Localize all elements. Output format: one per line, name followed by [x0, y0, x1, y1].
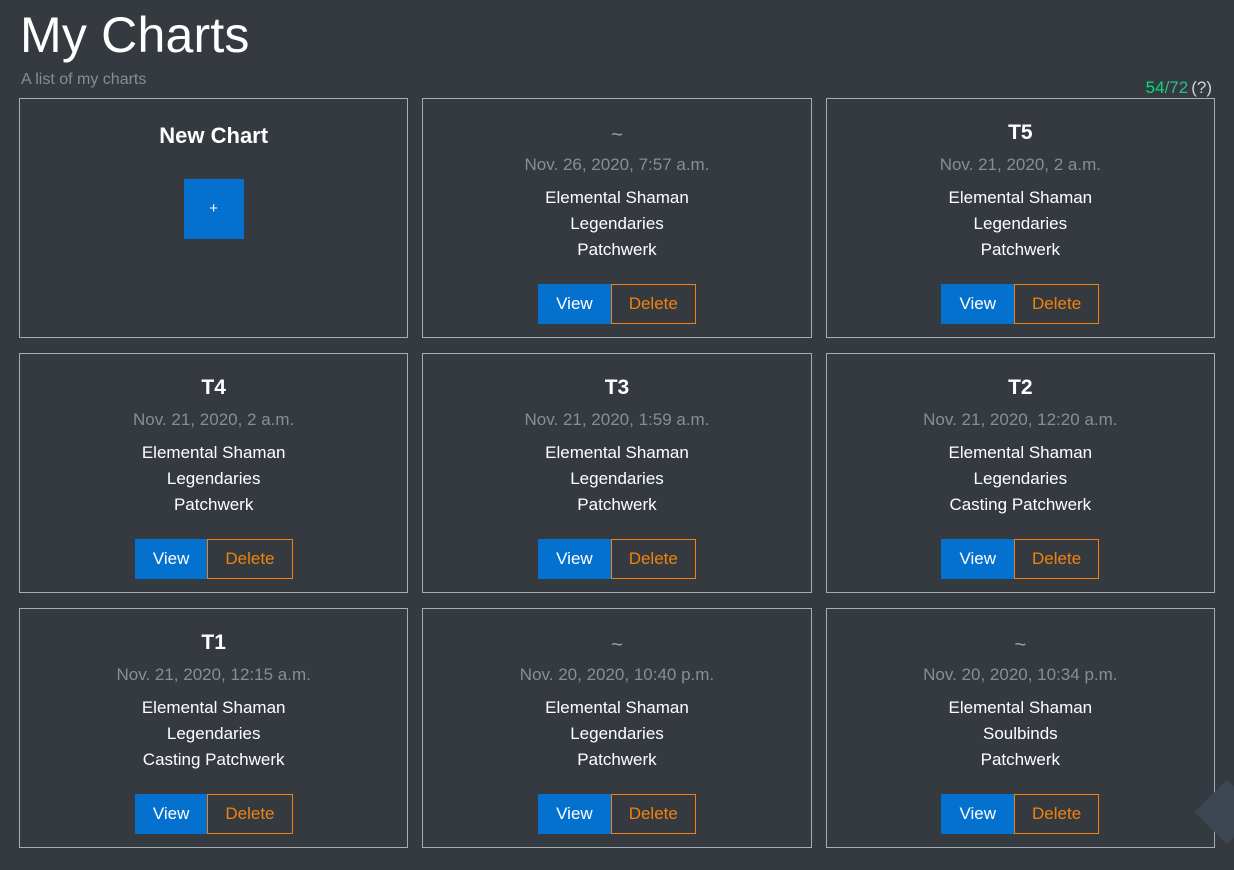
view-button[interactable]: View — [941, 538, 1015, 579]
chart-card-details: Elemental Shaman Legendaries Patchwerk — [545, 695, 689, 773]
chart-card-details: Elemental Shaman Legendaries Patchwerk — [949, 185, 1093, 263]
plus-icon[interactable]: + — [183, 178, 244, 239]
delete-button[interactable]: Delete — [1014, 538, 1100, 579]
chart-card: ~ Nov. 20, 2020, 10:34 p.m. Elemental Sham… — [825, 608, 1215, 849]
chart-card-detail-line: Patchwerk — [577, 239, 657, 259]
quota-total: 72 — [1169, 78, 1189, 97]
chart-card-timestamp: Nov. 20, 2020, 10:34 p.m. — [923, 665, 1118, 685]
chart-card: T4 Nov. 21, 2020, 2 a.m. Elemental Shaman L… — [19, 353, 409, 594]
chart-card-timestamp: Nov. 21, 2020, 2 a.m. — [133, 410, 295, 430]
chart-card-timestamp: Nov. 26, 2020, 7:57 a.m. — [524, 155, 710, 175]
chart-card-detail-line: Legendaries — [570, 213, 664, 233]
chart-card-detail-line: Legendaries — [166, 468, 261, 488]
new-chart-title: New Chart — [159, 123, 269, 149]
delete-button[interactable]: Delete — [610, 538, 696, 579]
chart-card-detail-line: Elemental Shaman — [545, 187, 689, 207]
chart-card: T5 Nov. 21, 2020, 2 a.m. Elemental Shaman L… — [825, 98, 1215, 339]
chart-card-actions: View Delete — [941, 538, 1100, 579]
chart-card-title: T3 — [604, 376, 630, 400]
chart-card-detail-line: Patchwerk — [577, 749, 657, 769]
view-button[interactable]: View — [941, 793, 1015, 834]
chart-card: T2 Nov. 21, 2020, 12:20 a.m. Elemental Sha… — [825, 353, 1215, 594]
chart-card-detail-line: Casting Patchwerk — [949, 494, 1092, 514]
view-button[interactable]: View — [538, 538, 611, 579]
chart-card-timestamp: Nov. 21, 2020, 12:15 a.m. — [116, 665, 311, 685]
chart-card-detail-line: Elemental Shaman — [948, 697, 1093, 717]
chart-card-timestamp: Nov. 21, 2020, 1:59 a.m. — [524, 410, 710, 430]
delete-button[interactable]: Delete — [207, 793, 293, 834]
quota-used: 54 — [1145, 78, 1165, 97]
chart-card-title: ~ — [611, 634, 623, 657]
chart-card-title: ~ — [611, 124, 623, 147]
chart-card-grid: New Chart + ~ Nov. 26, 2020, 7:57 a.m. Ele… — [0, 89, 1234, 849]
delete-button[interactable]: Delete — [1014, 793, 1100, 834]
chart-card-detail-line: Elemental Shaman — [545, 442, 689, 462]
chart-card-actions: View Delete — [941, 793, 1100, 834]
chart-card: T3 Nov. 21, 2020, 1:59 a.m. Elemental Sham… — [422, 353, 812, 594]
chart-card-actions: View Delete — [538, 793, 696, 834]
chart-card-title: T1 — [201, 631, 226, 655]
chart-card-details: Elemental Shaman Legendaries Casting Patch… — [949, 440, 1093, 518]
view-button[interactable]: View — [538, 283, 611, 324]
delete-button[interactable]: Delete — [610, 283, 696, 324]
view-button[interactable]: View — [134, 538, 208, 579]
chart-card-details: Elemental Shaman Soulbinds Patchwerk — [949, 695, 1093, 773]
chart-card-title: T4 — [201, 376, 226, 400]
chart-card-timestamp: Nov. 20, 2020, 10:40 p.m. — [519, 665, 715, 685]
chart-card-detail-line: Elemental Shaman — [141, 697, 286, 717]
chart-card-detail-line: Elemental Shaman — [545, 697, 689, 717]
page-subtitle: A list of my charts — [21, 71, 147, 88]
chart-card-detail-line: Elemental Shaman — [141, 442, 286, 462]
chart-card-detail-line: Legendaries — [973, 468, 1068, 488]
chart-card-details: Elemental Shaman Legendaries Patchwerk — [545, 185, 689, 263]
chart-card-detail-line: Patchwerk — [980, 239, 1060, 259]
chart-card-detail-line: Patchwerk — [173, 494, 254, 514]
chart-card-timestamp: Nov. 21, 2020, 2 a.m. — [939, 155, 1101, 175]
chart-quota-counter: 54/72 (?) — [1146, 79, 1212, 96]
chart-card-title: T5 — [1008, 121, 1033, 145]
delete-button[interactable]: Delete — [1014, 283, 1100, 324]
chart-card: ~ Nov. 20, 2020, 10:40 p.m. Elemental Sham… — [422, 608, 812, 849]
view-button[interactable]: View — [941, 283, 1015, 324]
chart-card-detail-line: Elemental Shaman — [948, 442, 1093, 462]
page-header: My Charts A list of my charts 54/72 (?) — [0, 0, 1234, 96]
chart-card-actions: View Delete — [538, 283, 696, 324]
chart-card-actions: View Delete — [134, 538, 293, 579]
quota-help-icon[interactable]: (?) — [1188, 78, 1212, 97]
chart-card-detail-line: Elemental Shaman — [948, 187, 1093, 207]
chart-card-detail-line: Patchwerk — [577, 494, 657, 514]
view-button[interactable]: View — [538, 793, 611, 834]
chart-card-detail-line: Legendaries — [570, 723, 664, 743]
page-title: My Charts — [20, 7, 250, 63]
chart-card-actions: View Delete — [538, 538, 696, 579]
chart-card-details: Elemental Shaman Legendaries Patchwerk — [545, 440, 689, 518]
chart-card: ~ Nov. 26, 2020, 7:57 a.m. Elemental Shama… — [422, 98, 812, 339]
new-chart-card[interactable]: New Chart + — [19, 98, 409, 339]
chart-card-detail-line: Soulbinds — [982, 723, 1058, 743]
chart-card-details: Elemental Shaman Legendaries Patchwerk — [142, 440, 286, 518]
chart-card-title: ~ — [1014, 634, 1027, 657]
chart-card-actions: View Delete — [941, 283, 1100, 324]
chart-card-detail-line: Legendaries — [973, 213, 1068, 233]
chart-card: T1 Nov. 21, 2020, 12:15 a.m. Elemental Sha… — [19, 608, 409, 849]
chart-card-detail-line: Casting Patchwerk — [142, 749, 285, 769]
chart-card-actions: View Delete — [134, 793, 293, 834]
chart-card-detail-line: Legendaries — [166, 723, 261, 743]
delete-button[interactable]: Delete — [610, 793, 696, 834]
chart-card-details: Elemental Shaman Legendaries Casting Patch… — [142, 695, 286, 773]
chart-card-detail-line: Patchwerk — [980, 749, 1060, 769]
chart-card-timestamp: Nov. 21, 2020, 12:20 a.m. — [923, 410, 1118, 430]
view-button[interactable]: View — [134, 793, 208, 834]
delete-button[interactable]: Delete — [207, 538, 293, 579]
chart-card-title: T2 — [1008, 376, 1033, 400]
chart-card-detail-line: Legendaries — [570, 468, 664, 488]
